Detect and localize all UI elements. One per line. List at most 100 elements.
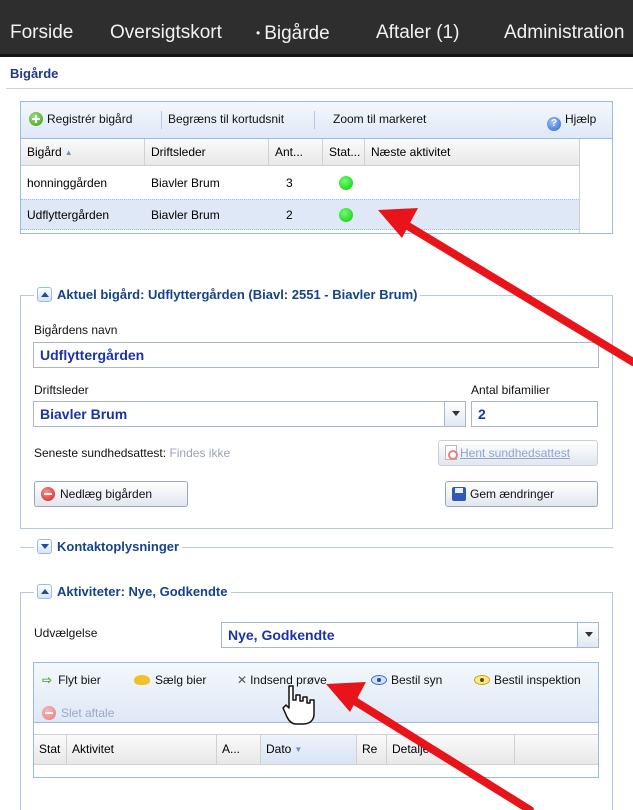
chevron-down-icon[interactable] — [444, 402, 465, 426]
chevron-down-icon[interactable] — [577, 623, 598, 647]
column-header-status[interactable]: Stat... — [323, 139, 365, 166]
activities-legend[interactable]: Aktiviteter: Nye, Godkendte — [34, 584, 231, 600]
legend-text: Aktiviteter: Nye, Godkendte — [57, 584, 228, 599]
top-nav: Forside Oversigtskort • Bigårde Aftaler (… — [0, 0, 633, 57]
manager-select-value: Biavler Brum — [40, 406, 128, 422]
close-apiary-label: Nedlæg bigården — [60, 487, 153, 501]
register-apiary-button[interactable]: Registrér bigård — [29, 112, 132, 126]
apiary-toolbar: Registrér bigård Begræns til kortudsnit … — [21, 102, 612, 139]
nav-item-label: Bigårde — [264, 23, 330, 44]
delete-icon — [42, 706, 56, 720]
nav-item-bigaarde[interactable]: • Bigårde — [256, 21, 330, 46]
current-apiary-legend[interactable]: Aktuel bigård: Udflyttergården (Biavl: 2… — [34, 287, 421, 303]
zoom-to-selected-button[interactable]: Zoom til markeret — [333, 112, 426, 126]
nav-item-forside[interactable]: Forside — [10, 21, 73, 45]
apiary-name-input[interactable]: Udflyttergården — [33, 342, 599, 368]
collapse-icon[interactable] — [37, 287, 52, 302]
move-bees-label: Flyt bier — [58, 673, 101, 687]
grid-scroll-column — [579, 139, 612, 233]
column-header-dato[interactable]: Dato ▼ — [261, 735, 357, 764]
submit-sample-button[interactable]: ✕ Indsend prøve — [237, 673, 327, 687]
selection-label: Udvælgelse — [34, 626, 98, 640]
table-row[interactable]: honninggården Biavler Brum 3 — [21, 168, 581, 199]
apiary-name-label: Bigårdens navn — [34, 323, 118, 337]
manager-select[interactable]: Biavler Brum — [33, 401, 466, 427]
activities-grid: ⇨ Flyt bier Sælg bier ✕ Indsend prøve Best… — [33, 662, 599, 778]
help-button[interactable]: ? Hjælp — [547, 112, 596, 131]
nav-item-aftaler[interactable]: Aftaler (1) — [376, 21, 459, 45]
close-apiary-button[interactable]: Nedlæg bigården — [34, 481, 188, 507]
order-view-button[interactable]: Bestil syn — [371, 673, 442, 687]
selection-select[interactable]: Nye, Godkendte — [221, 622, 599, 648]
column-header-re[interactable]: Re — [357, 735, 387, 764]
sort-ascending-icon: ▲ — [64, 148, 73, 157]
save-changes-button[interactable]: Gem ændringer — [445, 481, 598, 507]
health-cert-label: Seneste sundhedsattest: — [34, 446, 167, 460]
legend-text: Aktuel bigård: Udflyttergården (Biavl: 2… — [57, 287, 418, 302]
fieldset-border — [20, 295, 21, 529]
legend-text: Kontaktoplysninger — [57, 539, 180, 554]
cell-manager: Biavler Brum — [151, 176, 220, 190]
fetch-health-cert-button[interactable]: Hent sundhedsattest — [438, 440, 598, 466]
column-header-antal[interactable]: Ant... — [269, 139, 323, 166]
activities-grid-header: Stat Aktivitet A... Dato ▼ Re Detaljer — [34, 734, 598, 765]
limit-to-map-button[interactable]: Begræns til kortudsnit — [168, 112, 284, 126]
delete-agreement-label: Slet aftale — [61, 706, 115, 720]
add-icon — [29, 112, 43, 126]
order-view-label: Bestil syn — [391, 673, 443, 687]
move-bees-button[interactable]: ⇨ Flyt bier — [42, 673, 101, 687]
sell-bees-button[interactable]: Sælg bier — [134, 673, 206, 687]
column-header-bigaard[interactable]: Bigård ▲ — [21, 139, 145, 166]
nav-caret-icon: • — [256, 26, 261, 40]
activities-toolbar: ⇨ Flyt bier Sælg bier ✕ Indsend prøve Best… — [34, 663, 598, 723]
column-header-aktivitet[interactable]: Aktivitet — [67, 735, 217, 764]
apiary-grid-header: Bigård ▲ Driftsleder Ant... Stat... Næste… — [21, 139, 612, 166]
column-header-driftsleder[interactable]: Driftsleder — [145, 139, 269, 166]
sell-bees-label: Sælg bier — [155, 673, 207, 687]
arrow-right-icon: ⇨ — [42, 673, 53, 687]
health-cert-row: Seneste sundhedsattest: Findes ikke — [34, 446, 230, 460]
colonies-label: Antal bifamilier — [471, 383, 550, 397]
fetch-health-cert-label: Hent sundhedsattest — [460, 446, 571, 460]
column-header-stat[interactable]: Stat — [34, 735, 67, 764]
order-inspection-button[interactable]: Bestil inspektion — [474, 673, 581, 687]
sample-icon: ✕ — [237, 673, 248, 687]
inspection-eye-icon — [474, 675, 490, 685]
help-icon: ? — [547, 117, 561, 131]
selection-select-value: Nye, Godkendte — [228, 627, 335, 643]
fieldset-border — [612, 295, 613, 529]
status-ok-icon — [339, 208, 353, 222]
bee-icon — [134, 675, 150, 685]
submit-sample-label: Indsend prøve — [250, 673, 327, 687]
status-ok-icon — [339, 176, 353, 190]
column-header-label: Bigård — [27, 145, 62, 159]
contact-legend[interactable]: Kontaktoplysninger — [34, 539, 183, 555]
nav-item-oversigtskort[interactable]: Oversigtskort — [110, 21, 222, 45]
column-header-a[interactable]: A... — [217, 735, 261, 764]
collapse-icon[interactable] — [37, 584, 52, 599]
register-apiary-label: Registrér bigård — [47, 112, 133, 126]
sort-descending-icon: ▼ — [294, 745, 303, 754]
nav-item-administration[interactable]: Administration — [504, 21, 624, 45]
toolbar-separator — [314, 111, 315, 129]
manager-label: Driftsleder — [34, 383, 89, 397]
apiary-grid: Registrér bigård Begræns til kortudsnit … — [20, 101, 613, 234]
colonies-input[interactable]: 2 — [471, 401, 598, 427]
page-title: Bigårde — [10, 66, 59, 81]
fieldset-border — [20, 592, 21, 810]
cell-count: 2 — [286, 208, 293, 222]
save-icon — [452, 487, 466, 501]
fieldset-border — [20, 528, 613, 529]
table-row-selected[interactable]: Udflyttergården Biavler Brum 2 — [21, 199, 581, 230]
toolbar-separator — [161, 111, 162, 129]
order-inspection-label: Bestil inspektion — [494, 673, 581, 687]
annotation-arrow — [394, 216, 633, 366]
expand-icon[interactable] — [37, 539, 52, 554]
delete-agreement-button[interactable]: Slet aftale — [42, 706, 114, 720]
divider — [6, 88, 633, 89]
fieldset-border — [612, 592, 613, 810]
column-header-detaljer[interactable]: Detaljer — [387, 735, 515, 764]
help-label: Hjælp — [565, 112, 597, 126]
pdf-icon — [445, 445, 458, 460]
column-header-naeste-aktivitet[interactable]: Næste aktivitet — [365, 139, 581, 166]
